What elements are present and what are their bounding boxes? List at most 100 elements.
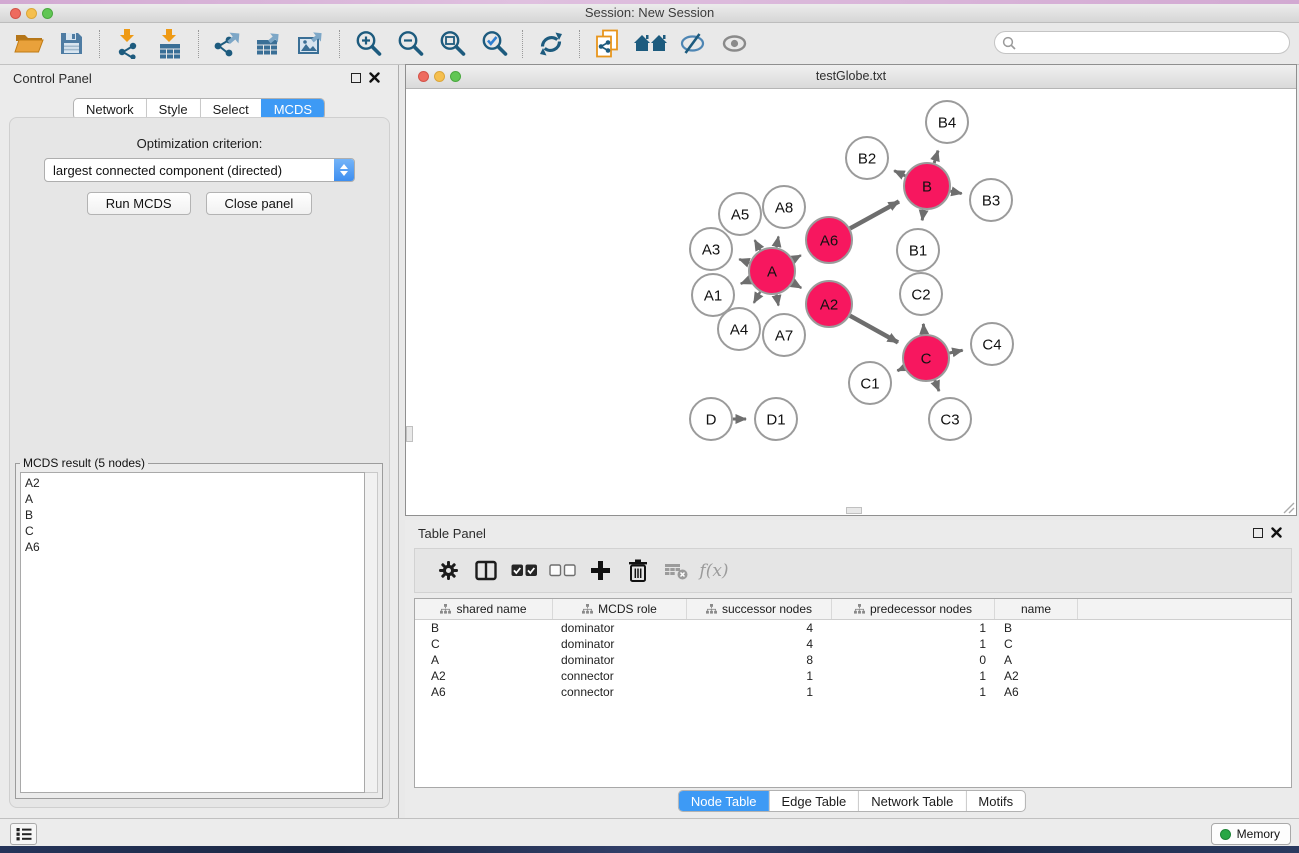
cell-mcds-role[interactable]: dominator (553, 620, 687, 636)
edge-A6-B[interactable] (850, 201, 899, 228)
zoom-fit-icon[interactable] (431, 26, 473, 62)
node-A7[interactable]: A7 (763, 314, 805, 356)
import-network-icon[interactable] (107, 26, 149, 62)
minimize-window-button[interactable] (26, 8, 37, 19)
node-B1[interactable]: B1 (897, 229, 939, 271)
node-B4[interactable]: B4 (926, 101, 968, 143)
network-close-button[interactable] (418, 71, 429, 82)
zoom-in-icon[interactable] (347, 26, 389, 62)
tab-network[interactable]: Network (74, 99, 146, 119)
node-D[interactable]: D (690, 398, 732, 440)
select-all-icon[interactable] (505, 564, 543, 577)
memory-button[interactable]: Memory (1211, 823, 1291, 845)
network-minimize-button[interactable] (434, 71, 445, 82)
add-column-icon[interactable] (581, 560, 619, 581)
hide-graphics-details-icon[interactable] (671, 26, 713, 62)
mcds-result-item[interactable]: A6 (25, 539, 364, 555)
float-panel-icon[interactable] (351, 73, 361, 83)
edge-B-B2[interactable] (894, 171, 905, 176)
network-maximize-button[interactable] (450, 71, 461, 82)
open-file-icon[interactable] (8, 26, 50, 62)
edge-C-C2[interactable] (923, 324, 924, 334)
show-columns-icon[interactable] (467, 560, 505, 581)
run-mcds-button[interactable]: Run MCDS (87, 192, 191, 215)
mcds-result-item[interactable]: B (25, 507, 364, 523)
cell-successor-nodes[interactable]: 4 (687, 636, 832, 652)
node-A5[interactable]: A5 (719, 193, 761, 235)
cell-predecessor-nodes[interactable]: 1 (832, 620, 995, 636)
tab-network-table[interactable]: Network Table (858, 791, 965, 811)
table-row[interactable]: A2connector11A2 (415, 668, 1291, 684)
close-panel-icon[interactable] (1271, 527, 1282, 538)
cell-predecessor-nodes[interactable]: 1 (832, 636, 995, 652)
mcds-result-list[interactable]: A2ABCA6 (20, 472, 365, 793)
node-A3[interactable]: A3 (690, 228, 732, 270)
node-C3[interactable]: C3 (929, 398, 971, 440)
search-box[interactable] (994, 31, 1290, 54)
edge-B-B4[interactable] (934, 151, 938, 163)
close-panel-icon[interactable] (369, 72, 380, 83)
search-input[interactable] (1020, 34, 1289, 52)
edge-C-C3[interactable] (935, 380, 939, 391)
zoom-selected-icon[interactable] (473, 26, 515, 62)
tab-style[interactable]: Style (146, 99, 200, 119)
cell-successor-nodes[interactable]: 1 (687, 668, 832, 684)
node-C1[interactable]: C1 (849, 362, 891, 404)
cell-predecessor-nodes[interactable]: 0 (832, 652, 995, 668)
apply-layout-icon[interactable] (530, 26, 572, 62)
maximize-window-button[interactable] (42, 8, 53, 19)
delete-column-icon[interactable] (619, 559, 657, 582)
cell-successor-nodes[interactable]: 8 (687, 652, 832, 668)
deselect-all-icon[interactable] (543, 564, 581, 577)
save-session-icon[interactable] (50, 26, 92, 62)
cell-shared-name[interactable]: A6 (415, 684, 553, 700)
show-graphics-details-icon[interactable] (713, 26, 755, 62)
export-image-icon[interactable] (290, 26, 332, 62)
node-D1[interactable]: D1 (755, 398, 797, 440)
edge-C-C4[interactable] (949, 350, 962, 353)
node-A[interactable]: A (749, 248, 795, 294)
corner-resize-grip[interactable] (1282, 501, 1295, 514)
close-window-button[interactable] (10, 8, 21, 19)
cell-name[interactable]: C (995, 636, 1078, 652)
table-settings-icon[interactable] (429, 560, 467, 581)
cell-shared-name[interactable]: A (415, 652, 553, 668)
column-header-shared-name[interactable]: shared name (415, 599, 553, 619)
mcds-result-item[interactable]: C (25, 523, 364, 539)
node-A4[interactable]: A4 (718, 308, 760, 350)
edge-A-A7[interactable] (776, 295, 778, 306)
cell-name[interactable]: A6 (995, 684, 1078, 700)
cell-mcds-role[interactable]: dominator (553, 636, 687, 652)
edge-A2-C[interactable] (850, 316, 898, 343)
cell-successor-nodes[interactable]: 4 (687, 620, 832, 636)
export-network-icon[interactable] (206, 26, 248, 62)
close-panel-button[interactable]: Close panel (206, 192, 313, 215)
edge-A-A6[interactable] (793, 255, 801, 259)
edge-A-A5[interactable] (755, 240, 761, 250)
edge-A-A8[interactable] (776, 236, 778, 247)
column-header-predecessor-nodes[interactable]: predecessor nodes (832, 599, 995, 619)
column-header-mcds-role[interactable]: MCDS role (553, 599, 687, 619)
cell-shared-name[interactable]: A2 (415, 668, 553, 684)
left-resize-handle[interactable] (406, 426, 413, 442)
float-panel-icon[interactable] (1253, 528, 1263, 538)
optimization-criterion-select[interactable]: largest connected component (directed) (44, 158, 355, 182)
node-B3[interactable]: B3 (970, 179, 1012, 221)
mcds-result-scrollbar[interactable] (365, 472, 378, 793)
clone-network-icon[interactable] (587, 26, 629, 62)
edge-A-A1[interactable] (741, 280, 750, 284)
cell-shared-name[interactable]: B (415, 620, 553, 636)
node-B[interactable]: B (904, 163, 950, 209)
tab-motifs[interactable]: Motifs (965, 791, 1025, 811)
cell-name[interactable]: A (995, 652, 1078, 668)
edge-A-A4[interactable] (754, 292, 760, 303)
table-row[interactable]: Bdominator41B (415, 620, 1291, 636)
network-canvas[interactable]: AA1A2A3A4A5A6A7A8BB1B2B3B4CC1C2C3C4DD1 (406, 90, 1296, 515)
node-A6[interactable]: A6 (806, 217, 852, 263)
export-table-icon[interactable] (248, 26, 290, 62)
cell-mcds-role[interactable]: connector (553, 668, 687, 684)
tab-mcds[interactable]: MCDS (261, 99, 324, 119)
edge-B-B3[interactable] (950, 191, 961, 193)
cell-predecessor-nodes[interactable]: 1 (832, 668, 995, 684)
node-C4[interactable]: C4 (971, 323, 1013, 365)
